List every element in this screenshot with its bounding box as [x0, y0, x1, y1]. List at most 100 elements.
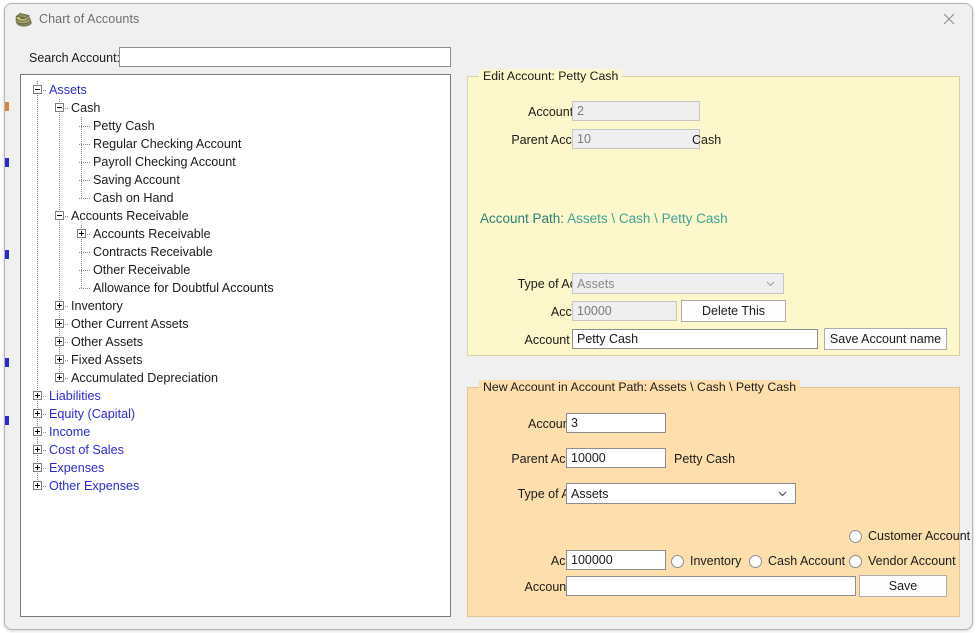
- edit-type-of-account-select[interactable]: Assets: [572, 273, 784, 294]
- tree-item[interactable]: Cash: [21, 99, 450, 117]
- title-bar: Chart of Accounts: [5, 4, 972, 35]
- expand-icon[interactable]: [55, 301, 64, 310]
- edit-parent-account-name: Cash: [692, 133, 722, 147]
- expand-icon[interactable]: [33, 481, 42, 490]
- money-stack-icon: [15, 11, 33, 28]
- tree-item[interactable]: Cash on Hand: [21, 189, 450, 207]
- tree-item[interactable]: Expenses: [21, 459, 450, 477]
- radio-cash-account-label: Cash Account: [768, 554, 846, 568]
- tree-item[interactable]: Payroll Checking Account: [21, 153, 450, 171]
- expand-icon[interactable]: [33, 445, 42, 454]
- delete-this-button[interactable]: Delete This: [681, 300, 786, 322]
- edit-type-of-account-value: Assets: [577, 276, 615, 291]
- tree-item[interactable]: Other Receivable: [21, 261, 450, 279]
- expand-icon[interactable]: [55, 355, 64, 364]
- tree-item-label: Regular Checking Account: [93, 137, 242, 151]
- tree-item[interactable]: Fixed Assets: [21, 351, 450, 369]
- tree-item-label: Accumulated Depreciation: [71, 371, 219, 385]
- tree-item[interactable]: Other Expenses: [21, 477, 450, 495]
- tree-item-label: Saving Account: [93, 173, 180, 187]
- tree-item[interactable]: Liabilities: [21, 387, 450, 405]
- radio-dot-icon: [849, 529, 862, 543]
- chart-of-accounts-window: Chart of Accounts Search Account: Assets…: [4, 3, 973, 630]
- collapse-icon[interactable]: [55, 103, 64, 112]
- tree-item-label: Cost of Sales: [49, 443, 124, 457]
- new-type-of-account-select[interactable]: Assets: [566, 483, 796, 504]
- tree-item[interactable]: Income: [21, 423, 450, 441]
- close-button[interactable]: [926, 4, 972, 34]
- tree-item-label: Income: [49, 425, 91, 439]
- account-tree-content: Assets Cash Petty Cash Regular Checking Acc…: [21, 75, 450, 495]
- tree-item[interactable]: Cost of Sales: [21, 441, 450, 459]
- radio-vendor-account[interactable]: Vendor Account: [849, 554, 956, 568]
- search-account-input[interactable]: [119, 47, 451, 67]
- tree-item-label: Allowance for Doubtful Accounts: [93, 281, 274, 295]
- expand-icon[interactable]: [33, 409, 42, 418]
- radio-customer-account-label: Customer Account: [868, 529, 971, 543]
- tree-item-label: Liabilities: [49, 389, 101, 403]
- radio-customer-account[interactable]: Customer Account: [849, 529, 970, 543]
- new-account-number-input[interactable]: [566, 550, 666, 570]
- tree-item[interactable]: Accounts Receivable: [21, 225, 450, 243]
- radio-dot-icon: [749, 554, 762, 568]
- window-title: Chart of Accounts: [39, 12, 140, 26]
- expand-icon[interactable]: [55, 337, 64, 346]
- radio-dot-icon: [849, 554, 862, 568]
- account-path-display: Account Path: Assets \ Cash \ Petty Cash: [480, 211, 728, 226]
- edit-account-legend: Edit Account: Petty Cash: [479, 69, 623, 83]
- collapse-icon[interactable]: [33, 85, 42, 94]
- tree-item[interactable]: Accumulated Depreciation: [21, 369, 450, 387]
- expand-icon[interactable]: [77, 229, 86, 238]
- new-account-name-input[interactable]: [566, 576, 856, 596]
- expand-icon[interactable]: [33, 391, 42, 400]
- tree-item[interactable]: Regular Checking Account: [21, 135, 450, 153]
- radio-cash-account[interactable]: Cash Account: [749, 554, 845, 568]
- new-account-level-input[interactable]: [566, 413, 666, 433]
- radio-inventory-label: Inventory: [690, 554, 742, 568]
- edit-account-level-input[interactable]: [572, 101, 700, 121]
- search-account-label: Search Account:: [29, 51, 121, 65]
- new-account-panel: New Account in Account Path: Assets \ Ca…: [467, 380, 970, 617]
- close-icon: [943, 13, 955, 25]
- tree-item-label: Cash on Hand: [93, 191, 174, 205]
- account-path-label: Account Path:: [480, 211, 565, 226]
- tree-item[interactable]: Saving Account: [21, 171, 450, 189]
- tree-item[interactable]: Assets: [21, 81, 450, 99]
- tree-item-label: Accounts Receivable: [93, 227, 211, 241]
- edit-account-number-input[interactable]: [572, 301, 677, 321]
- tree-item-label: Other Receivable: [93, 263, 191, 277]
- tree-item[interactable]: Contracts Receivable: [21, 243, 450, 261]
- tree-item-label: Inventory: [71, 299, 123, 313]
- expand-icon[interactable]: [55, 373, 64, 382]
- tree-item[interactable]: Other Assets: [21, 333, 450, 351]
- tree-item-label: Accounts Receivable: [71, 209, 189, 223]
- expand-icon[interactable]: [33, 463, 42, 472]
- tree-item[interactable]: Other Current Assets: [21, 315, 450, 333]
- tree-item[interactable]: Equity (Capital): [21, 405, 450, 423]
- radio-vendor-account-label: Vendor Account: [868, 554, 956, 568]
- collapse-icon[interactable]: [55, 211, 64, 220]
- new-type-of-account-value: Assets: [571, 486, 609, 501]
- tree-item-label: Payroll Checking Account: [93, 155, 236, 169]
- tree-item[interactable]: Accounts Receivable: [21, 207, 450, 225]
- expand-icon[interactable]: [55, 319, 64, 328]
- tree-item-label: Expenses: [49, 461, 105, 475]
- edit-account-panel: Edit Account: Petty Cash Account Level: …: [467, 69, 960, 356]
- edit-account-name-input[interactable]: [572, 329, 818, 349]
- expand-icon[interactable]: [33, 427, 42, 436]
- tree-item[interactable]: Petty Cash: [21, 117, 450, 135]
- new-parent-account-input[interactable]: [566, 448, 666, 468]
- save-new-account-button[interactable]: Save: [859, 575, 947, 597]
- account-tree[interactable]: Assets Cash Petty Cash Regular Checking Acc…: [20, 74, 451, 617]
- save-account-name-button[interactable]: Save Account name: [824, 328, 947, 350]
- tree-item-label: Assets: [49, 83, 87, 97]
- tree-item-label: Cash: [71, 101, 101, 115]
- tree-item[interactable]: Allowance for Doubtful Accounts: [21, 279, 450, 297]
- tree-item-label: Other Expenses: [49, 479, 140, 493]
- background-window-sliver: [5, 100, 9, 520]
- tree-item[interactable]: Inventory: [21, 297, 450, 315]
- edit-parent-account-input[interactable]: [572, 129, 700, 149]
- tree-item-label: Equity (Capital): [49, 407, 136, 421]
- radio-inventory[interactable]: Inventory: [671, 554, 741, 568]
- tree-item-label: Contracts Receivable: [93, 245, 213, 259]
